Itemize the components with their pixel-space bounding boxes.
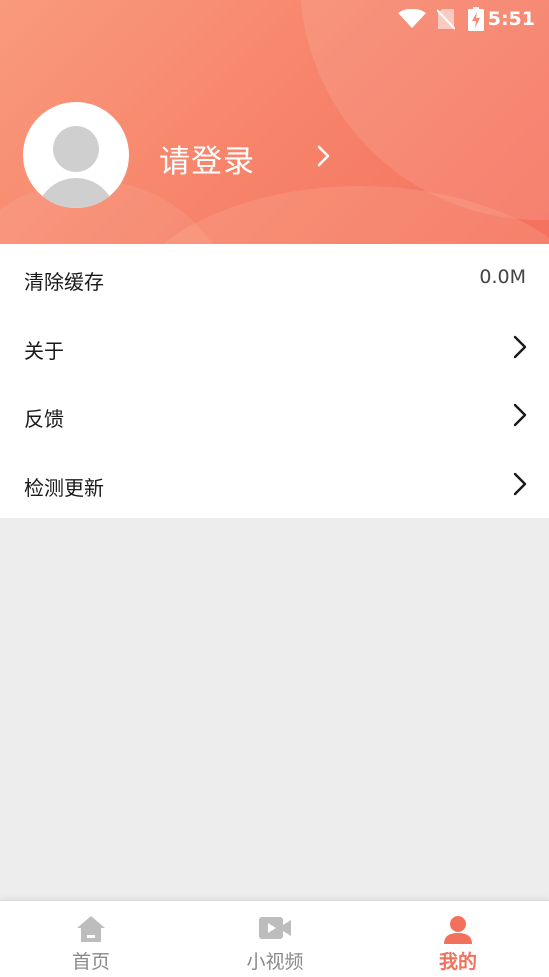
avatar[interactable] bbox=[23, 102, 129, 208]
home-icon bbox=[77, 916, 105, 942]
settings-item-check-update[interactable]: 检测更新 bbox=[0, 450, 549, 519]
cache-size-value: 0.0M bbox=[479, 266, 526, 288]
tab-home[interactable]: 首页 bbox=[31, 901, 151, 977]
chevron-right-icon bbox=[513, 335, 527, 358]
settings-item-feedback[interactable]: 反馈 bbox=[0, 381, 549, 450]
no-sim-icon bbox=[437, 9, 455, 30]
chevron-right-icon bbox=[513, 472, 527, 495]
settings-item-label: 清除缓存 bbox=[24, 270, 104, 294]
chevron-right-icon bbox=[513, 403, 527, 427]
person-icon bbox=[444, 916, 472, 944]
status-bar: 5:51 bbox=[0, 0, 549, 38]
wifi-icon bbox=[398, 9, 426, 28]
settings-item-clear-cache[interactable]: 清除缓存 0.0M bbox=[0, 244, 549, 313]
video-camera-icon bbox=[259, 917, 291, 939]
tab-label: 小视频 bbox=[246, 951, 304, 973]
login-prompt[interactable]: 请登录 bbox=[159, 136, 255, 181]
tab-label: 我的 bbox=[438, 951, 477, 973]
settings-item-label: 反馈 bbox=[24, 407, 64, 431]
settings-item-about[interactable]: 关于 bbox=[0, 313, 549, 382]
settings-list: 清除缓存 0.0M 关于 反馈 检测更新 bbox=[0, 244, 549, 518]
settings-item-label: 关于 bbox=[24, 338, 64, 363]
chevron-right-icon[interactable] bbox=[316, 144, 332, 168]
avatar-body bbox=[36, 178, 116, 208]
bottom-navigation: 首页 小视频 我的 bbox=[0, 900, 549, 977]
status-time: 5:51 bbox=[487, 8, 535, 30]
tab-mine[interactable]: 我的 bbox=[398, 901, 518, 977]
tab-short-video[interactable]: 小视频 bbox=[215, 901, 335, 977]
profile-header: 5:51 请登录 bbox=[0, 0, 549, 244]
battery-charging-icon bbox=[468, 7, 484, 31]
settings-item-label: 检测更新 bbox=[24, 475, 104, 500]
avatar-head bbox=[53, 126, 99, 172]
tab-label: 首页 bbox=[71, 951, 110, 973]
